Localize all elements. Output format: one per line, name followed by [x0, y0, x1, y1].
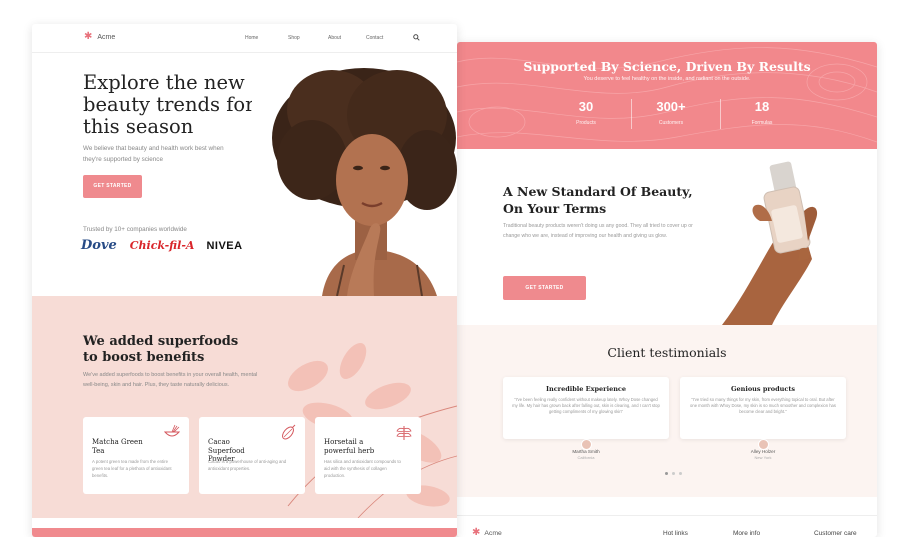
herb-leaf-icon: [396, 426, 412, 440]
superfoods-title: We added superfoods to boost benefits: [83, 334, 239, 365]
card-description: Cacao is a powerhouse of anti-aging and …: [208, 459, 287, 471]
carousel-dots: [665, 472, 682, 475]
landing-page-right: Supported By Science, Driven By Results …: [457, 42, 877, 537]
superfood-card-horsetail[interactable]: Horsetail a powerful herb Has silica and…: [315, 417, 421, 494]
stats-section: Supported By Science, Driven By Results …: [457, 42, 877, 149]
stat-value: 18: [754, 99, 770, 114]
standard-title: A New Standard Of Beauty, On Your Terms: [503, 183, 703, 217]
card-title: Horsetail a powerful herb: [324, 438, 375, 455]
footer: ✱ Acme Hot links More info Customer care: [457, 515, 877, 537]
testimonial-card: Genious products "I've tried so many thi…: [680, 377, 846, 439]
nav-links: Home Shop About Contact: [245, 35, 396, 41]
stat-label: Customers: [658, 120, 684, 126]
stat-value: 30: [578, 99, 594, 114]
carousel-dot[interactable]: [665, 472, 668, 475]
stats-subtitle: You deserve to feel healthy on the insid…: [583, 76, 751, 82]
card-description: A potent green tea made from the entire …: [92, 459, 172, 478]
nav-link-contact[interactable]: Contact: [366, 35, 396, 41]
hero-woman-photo: [252, 60, 457, 296]
stat-label: Products: [576, 120, 596, 126]
nav-link-shop[interactable]: Shop: [288, 35, 328, 41]
landing-page-left: ✱ Acme Home Shop About Contact Explore t…: [32, 24, 457, 537]
superfoods-section: We added superfoods to boost benefits We…: [32, 296, 457, 518]
testimonials-title: Client testimonials: [607, 345, 727, 360]
stat-products: 30 Products: [541, 99, 631, 126]
dove-logo: Dove: [81, 238, 117, 253]
testimonial-quote: "I've tried so many things for my skin, …: [690, 397, 836, 415]
nav-link-home[interactable]: Home: [245, 35, 288, 41]
footer-customer-care[interactable]: Customer care: [814, 530, 857, 537]
testimonials-section: Client testimonials Incredible Experienc…: [457, 325, 877, 497]
carousel-dot[interactable]: [672, 472, 675, 475]
nivea-logo: NIVEA: [206, 239, 243, 252]
nav-link-about[interactable]: About: [328, 35, 366, 41]
asterisk-logo-icon: ✱: [472, 527, 481, 537]
hero-subtitle: We believe that beauty and health work b…: [83, 145, 224, 163]
footer-hot-links[interactable]: Hot links: [663, 530, 688, 537]
card-title: Matcha Green Tea: [92, 438, 143, 455]
hero-title: Explore the new beauty trends for this s…: [83, 71, 255, 138]
superfoods-body: We've added superfoods to boost benefits…: [83, 372, 258, 388]
testimonial-quote: "I've been feeling really confident with…: [512, 397, 660, 415]
stat-label: Formulas: [751, 120, 773, 126]
superfood-cards: Matcha Green Tea A potent green tea made…: [83, 417, 431, 494]
search-icon[interactable]: [413, 34, 420, 41]
stat-formulas: 18 Formulas: [717, 99, 807, 126]
testimonial-name: Alley Holzer: [750, 449, 776, 454]
superfood-card-cacao[interactable]: Cacao Superfood Powder Cacao is a powerh…: [199, 417, 305, 494]
testimonial-name: Martha Smith: [572, 449, 600, 454]
footer-logo-text: Acme: [484, 529, 502, 537]
get-started-button[interactable]: GET STARTED: [83, 175, 142, 198]
footer-logo[interactable]: ✱ Acme: [472, 527, 502, 537]
superfood-card-matcha[interactable]: Matcha Green Tea A potent green tea made…: [83, 417, 189, 494]
footer-more-info[interactable]: More info: [733, 530, 760, 537]
get-started-button[interactable]: GET STARTED: [503, 276, 586, 300]
top-nav: ✱ Acme Home Shop About Contact: [32, 24, 457, 53]
cacao-pod-icon: [282, 424, 296, 440]
pink-band: [32, 528, 457, 537]
testimonial-title: Incredible Experience: [545, 385, 627, 393]
card-description: Has silica and antioxidant compounds to …: [324, 459, 401, 478]
testimonial-location: California: [577, 455, 595, 460]
serum-bottle-photo: [712, 149, 877, 325]
carousel-dot[interactable]: [679, 472, 682, 475]
asterisk-logo-icon: ✱: [84, 31, 93, 42]
standard-title-line2: On Your Terms: [503, 201, 607, 216]
whisk-bowl-icon: [163, 424, 181, 437]
chick-fil-a-logo: Chick-fil-A: [129, 239, 195, 252]
brand-logos: Dove Chick-fil-A NIVEA: [81, 238, 243, 253]
stats-title: Supported By Science, Driven By Results: [523, 59, 811, 74]
testimonial-card: Incredible Experience "I've been feeling…: [503, 377, 669, 439]
testimonial-location: New York: [754, 455, 772, 460]
trusted-text: Trusted by 10+ companies worldwide: [83, 226, 187, 233]
stat-customers: 300+ Customers: [626, 99, 716, 126]
stat-value: 300+: [656, 99, 686, 114]
logo[interactable]: ✱ Acme: [84, 31, 116, 42]
testimonial-title: Genious products: [730, 385, 796, 393]
standard-body: Traditional beauty products weren't doin…: [503, 223, 693, 239]
standard-title-line1: A New Standard Of Beauty,: [503, 184, 693, 199]
logo-text: Acme: [97, 33, 116, 41]
